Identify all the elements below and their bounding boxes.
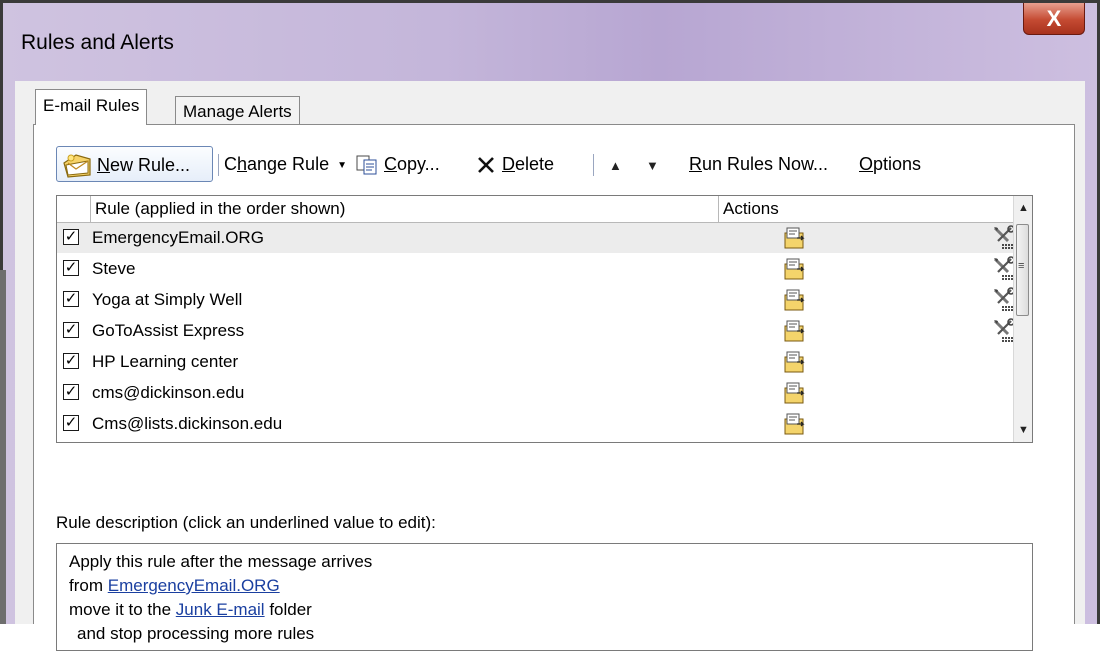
scroll-up-icon[interactable]: ▲ — [1018, 202, 1029, 214]
grip-icon: ≡ — [1018, 260, 1025, 272]
toolbar-separator — [218, 154, 219, 176]
rule-description-label: Rule description (click an underlined va… — [56, 513, 436, 532]
rule-name: Steve — [92, 259, 136, 278]
move-to-folder-icon — [784, 258, 806, 280]
vertical-scrollbar[interactable]: ▲ ≡ ▼ — [1013, 196, 1032, 442]
rule-checkbox[interactable]: ✓ — [63, 291, 79, 307]
rule-row[interactable]: ✓ Steve — [57, 254, 1015, 284]
run-rules-now-button[interactable]: Run Rules Now... — [689, 146, 828, 182]
run-rules-label: un Rules Now... — [702, 154, 829, 174]
triangle-up-icon: ▲ — [609, 158, 622, 173]
description-line-2: from EmergencyEmail.ORG — [69, 574, 1032, 598]
move-to-folder-icon — [784, 227, 806, 249]
rule-name: HP Learning center — [92, 352, 239, 371]
rule-name: GoToAssist Express — [92, 321, 245, 340]
copy-icon — [356, 155, 377, 175]
rule-row[interactable]: ✓ GoToAssist Express — [57, 316, 1015, 346]
folder-link[interactable]: Junk E-mail — [176, 600, 265, 619]
column-header-actions[interactable]: Actions — [718, 196, 779, 222]
close-button[interactable]: X — [1023, 3, 1085, 35]
description-line-1: Apply this rule after the message arrive… — [69, 552, 373, 571]
rule-row[interactable]: ✓ Yoga at Simply Well — [57, 285, 1015, 315]
toolbar-separator-2 — [593, 154, 594, 176]
delete-button[interactable]: Delete — [474, 146, 554, 182]
dialog-client: E-mail Rules Manage Alerts New Rule... C… — [15, 81, 1085, 651]
move-to-folder-icon — [784, 413, 806, 435]
scroll-down-icon[interactable]: ▼ — [1018, 424, 1029, 436]
change-rule-label-end: ange Rule — [247, 154, 330, 174]
move-down-button[interactable]: ▼ — [646, 146, 659, 182]
email-rules-panel: New Rule... Change Rule ▼ Copy... Delete… — [33, 124, 1075, 651]
rule-name: Cms@lists.dickinson.edu — [92, 414, 283, 433]
change-rule-label-start: C — [224, 154, 237, 174]
change-rule-accel: h — [237, 154, 248, 174]
column-header-rule[interactable]: Rule (applied in the order shown) — [90, 196, 345, 222]
rule-row[interactable]: ✓ EmergencyEmail.ORG — [57, 223, 1015, 253]
move-to-folder-icon — [784, 351, 806, 373]
rule-checkbox[interactable]: ✓ — [63, 322, 79, 338]
delete-icon — [478, 157, 494, 173]
close-icon: X — [1046, 5, 1062, 31]
rule-name: EmergencyEmail.ORG — [92, 228, 264, 247]
rule-row[interactable]: ✓ HP Learning center — [57, 347, 1015, 377]
new-rule-button[interactable]: New Rule... — [56, 146, 213, 182]
delete-label: elete — [515, 154, 555, 174]
triangle-down-icon: ▼ — [646, 158, 659, 173]
move-to-folder-icon — [784, 382, 806, 404]
tab-email-rules[interactable]: E-mail Rules — [35, 89, 148, 125]
new-rule-icon — [63, 154, 91, 178]
move-up-button[interactable]: ▲ — [609, 146, 622, 182]
new-rule-accel: N — [97, 155, 110, 175]
rules-list: Rule (applied in the order shown) Action… — [56, 195, 1033, 443]
options-label: ptions — [873, 154, 922, 174]
tab-manage-alerts[interactable]: Manage Alerts — [175, 96, 300, 126]
rule-row[interactable]: ✓ Cms@lists.dickinson.edu — [57, 409, 1015, 439]
description-line-3: move it to the Junk E-mail folder — [69, 598, 1032, 622]
description-from-text: from — [69, 576, 108, 595]
change-rule-button[interactable]: Change Rule ▼ — [224, 146, 347, 182]
rule-name: cms@dickinson.edu — [92, 383, 245, 402]
sender-link[interactable]: EmergencyEmail.ORG — [108, 576, 280, 595]
copy-button[interactable]: Copy... — [354, 146, 440, 182]
rule-description-box: Apply this rule after the message arrive… — [56, 543, 1033, 651]
copy-label: opy... — [397, 154, 440, 174]
delete-accel: D — [502, 154, 515, 174]
description-folder-text: folder — [264, 600, 312, 619]
copy-accel: C — [384, 154, 397, 174]
description-line-4: and stop processing more rules — [77, 624, 315, 643]
move-to-folder-icon — [784, 320, 806, 342]
window-title: Rules and Alerts — [21, 31, 174, 54]
options-button[interactable]: Options — [859, 146, 921, 182]
new-rule-label: ew Rule... — [110, 155, 191, 175]
scroll-thumb[interactable]: ≡ — [1016, 224, 1029, 316]
rules-and-alerts-window: Rules and Alerts X E-mail Rules Manage A… — [0, 0, 1100, 651]
background-edge — [0, 270, 6, 624]
title-bar: Rules and Alerts X — [3, 3, 1097, 81]
rule-checkbox[interactable]: ✓ — [63, 384, 79, 400]
rule-name: Yoga at Simply Well — [92, 290, 243, 309]
options-accel: O — [859, 154, 874, 174]
rule-row[interactable]: ✓ cms@dickinson.edu — [57, 378, 1015, 408]
description-move-text: move it to the — [69, 600, 176, 619]
chevron-down-icon: ▼ — [337, 160, 348, 171]
move-to-folder-icon — [784, 289, 806, 311]
rule-checkbox[interactable]: ✓ — [63, 260, 79, 276]
rules-list-header: Rule (applied in the order shown) Action… — [57, 196, 1015, 223]
rule-checkbox[interactable]: ✓ — [63, 415, 79, 431]
run-rules-accel: R — [689, 154, 702, 174]
rule-checkbox[interactable]: ✓ — [63, 229, 79, 245]
rule-checkbox[interactable]: ✓ — [63, 353, 79, 369]
